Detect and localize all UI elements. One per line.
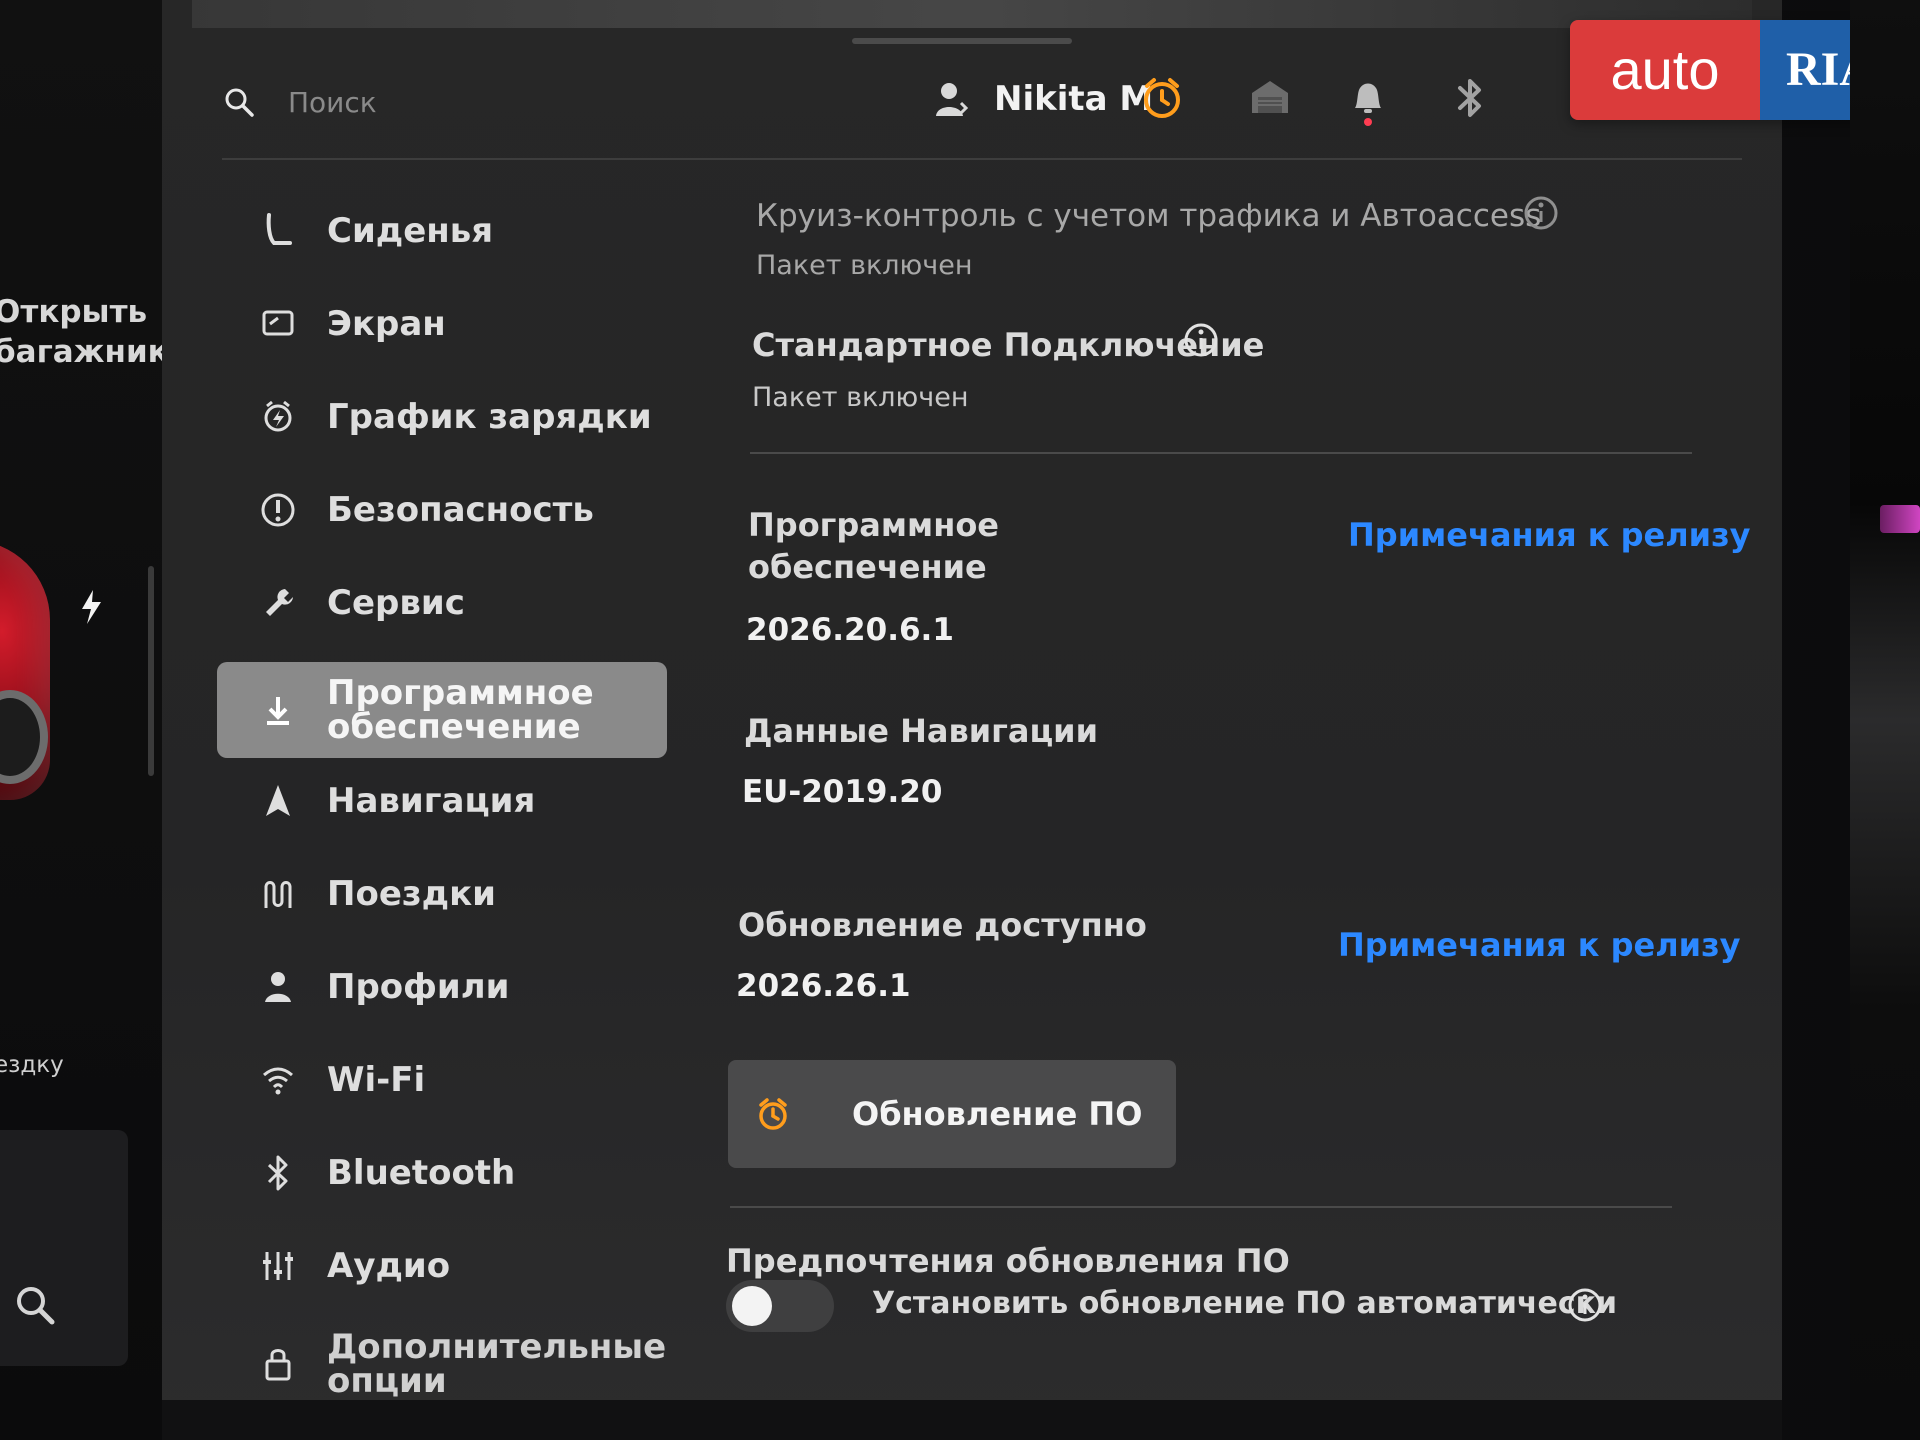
lock-icon	[265, 1349, 291, 1381]
sidebar-item-label: Сервис	[327, 583, 465, 623]
auto-logo-text: auto	[1570, 20, 1760, 120]
audio-icon	[263, 1252, 293, 1280]
cruise-control-title: Круиз-контроль с учетом трафика и Автоac…	[756, 198, 1542, 234]
left-bottom-card	[0, 1130, 128, 1366]
section-divider	[750, 452, 1692, 454]
nav-data-title: Данные Навигации	[744, 712, 1099, 750]
software-content: Круиз-контроль с учетом трафика и Автоac…	[726, 180, 1751, 1420]
nav-data-version: EU-2019.20	[742, 774, 943, 810]
sidebar-item-charging-schedule[interactable]: График зарядки	[217, 376, 667, 458]
sidebar-item-software[interactable]: Программное обеспечение	[217, 662, 667, 758]
sidebar-item-label: Профили	[327, 967, 510, 1007]
sidebar-item-label: Bluetooth	[327, 1153, 516, 1193]
seat-icon	[266, 213, 292, 245]
bottom-frame-edge	[162, 1400, 1782, 1440]
info-icon[interactable]	[1522, 194, 1560, 232]
trips-icon	[264, 881, 292, 908]
open-trunk-button[interactable]: Открыть багажник	[0, 292, 169, 372]
sidebar-item-label: График зарядки	[327, 397, 652, 437]
user-name: Nikita M	[994, 79, 1154, 119]
bolt-icon	[82, 590, 101, 624]
drag-handle[interactable]	[852, 38, 1072, 44]
left-trip-label: ездку	[0, 1052, 64, 1078]
sidebar-item-trips[interactable]: Поездки	[217, 853, 667, 935]
section-divider	[730, 1206, 1672, 1208]
sidebar-item-label: Навигация	[327, 781, 536, 821]
charging-schedule-icon	[264, 400, 292, 432]
search-placeholder: Поиск	[288, 85, 377, 119]
software-update-button[interactable]: Обновление ПО	[728, 1060, 1176, 1168]
sidebar-item-label: Аудио	[327, 1246, 451, 1286]
top-bar: Поиск Nikita M	[222, 58, 1742, 160]
sidebar-item-label: Дополнительные опции	[327, 1327, 667, 1401]
sidebar-item-display[interactable]: Экран	[217, 283, 667, 365]
sidebar-item-profiles[interactable]: Профили	[217, 946, 667, 1028]
ambient-light	[1880, 505, 1920, 533]
search-field[interactable]: Поиск	[222, 72, 622, 132]
user-profile[interactable]: Nikita M	[932, 68, 1153, 130]
wrench-icon	[266, 589, 293, 616]
cruise-control-status: Пакет включен	[756, 250, 973, 281]
garage-icon[interactable]	[1242, 70, 1298, 126]
sidebar-item-label: Программное обеспечение	[327, 673, 594, 747]
bell-icon[interactable]	[1340, 70, 1396, 126]
alarm-icon	[759, 1098, 787, 1130]
alarm-icon[interactable]	[1134, 70, 1190, 126]
release-notes-link[interactable]: Примечания к релизу	[1338, 926, 1741, 964]
sidebar-item-label: Поездки	[327, 874, 496, 914]
profile-icon	[265, 972, 291, 1002]
sidebar-item-label: Wi-Fi	[327, 1060, 426, 1100]
sidebar-item-service[interactable]: Сервис	[217, 562, 667, 644]
left-scrollbar[interactable]	[148, 566, 154, 776]
wifi-icon	[263, 1067, 293, 1095]
sidebar-item-extra-options[interactable]: Дополнительные опции	[217, 1318, 667, 1410]
toggle-knob	[732, 1286, 772, 1326]
safety-icon	[261, 493, 295, 527]
update-available-version: 2026.26.1	[736, 968, 911, 1004]
auto-install-label: Установить обновление ПО автоматически	[872, 1286, 1617, 1321]
update-available-title: Обновление доступно	[738, 906, 1147, 944]
user-icon	[936, 83, 969, 116]
display-icon	[262, 310, 294, 336]
standard-connection-status: Пакет включен	[752, 382, 969, 413]
sidebar-item-navigation[interactable]: Навигация	[217, 760, 667, 842]
info-icon[interactable]	[1182, 321, 1220, 359]
search-icon	[225, 88, 254, 117]
bluetooth-icon	[267, 1155, 288, 1191]
settings-sidebar: Сиденья Экран График зарядки Безопасност…	[217, 190, 687, 1430]
sidebar-item-audio[interactable]: Аудио	[217, 1225, 667, 1307]
sidebar-item-label: Экран	[327, 304, 446, 344]
info-icon[interactable]	[1566, 1286, 1604, 1324]
right-frame-edge	[1850, 0, 1920, 1440]
navigation-icon	[266, 785, 290, 816]
sidebar-item-label: Безопасность	[327, 490, 594, 530]
software-version: 2026.20.6.1	[746, 612, 954, 648]
software-title: Программное обеспечение	[748, 506, 999, 586]
map-strip	[192, 0, 1752, 28]
bluetooth-icon[interactable]	[1442, 70, 1498, 126]
software-update-label: Обновление ПО	[852, 1095, 1143, 1133]
sidebar-item-bluetooth[interactable]: Bluetooth	[217, 1132, 667, 1214]
update-preferences-title: Предпочтения обновления ПО	[726, 1242, 1290, 1280]
sidebar-item-label: Сиденья	[327, 211, 494, 251]
screen-scene: Открыть багажник ездку Поиск Nikita M au…	[0, 0, 1920, 1440]
search-icon[interactable]	[12, 1282, 58, 1328]
release-notes-link[interactable]: Примечания к релизу	[1348, 516, 1751, 554]
auto-update-toggle[interactable]	[726, 1280, 834, 1332]
sidebar-item-safety[interactable]: Безопасность	[217, 469, 667, 551]
sidebar-item-wifi[interactable]: Wi-Fi	[217, 1039, 667, 1121]
sidebar-item-seats[interactable]: Сиденья	[217, 190, 667, 272]
download-icon	[267, 697, 289, 725]
